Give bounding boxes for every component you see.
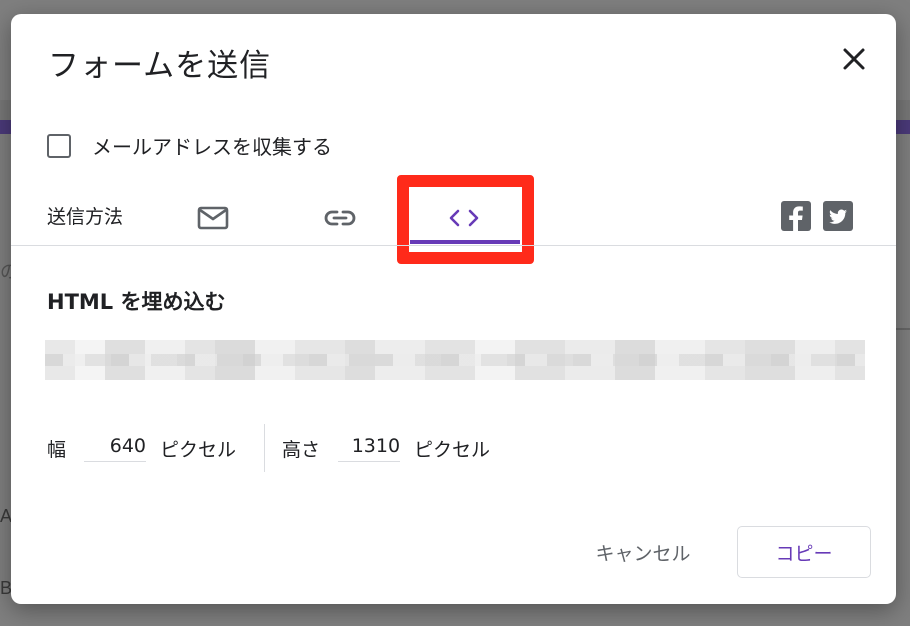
send-via-label: 送信方法 bbox=[47, 206, 124, 228]
mail-icon bbox=[197, 206, 229, 230]
collect-email-checkbox[interactable] bbox=[47, 133, 71, 158]
twitter-icon bbox=[829, 209, 848, 224]
collect-email-label: メールアドレスを収集する bbox=[92, 135, 332, 159]
link-icon bbox=[324, 210, 356, 226]
width-unit-label: ピクセル bbox=[160, 438, 237, 461]
height-input[interactable]: 1310 bbox=[338, 435, 401, 462]
close-button[interactable] bbox=[837, 42, 871, 76]
facebook-icon bbox=[789, 206, 803, 231]
close-icon bbox=[843, 48, 865, 70]
height-label: 高さ bbox=[282, 438, 321, 461]
dialog-title: フォームを送信 bbox=[48, 48, 272, 84]
collect-email-row: メールアドレスを収集する bbox=[47, 131, 332, 160]
highlight-annotation-box bbox=[397, 175, 534, 264]
background-accent-bar bbox=[0, 120, 11, 134]
share-facebook-button[interactable] bbox=[781, 201, 811, 231]
embed-code-field[interactable] bbox=[45, 340, 865, 380]
copy-button[interactable]: コピー bbox=[737, 526, 871, 578]
width-label: 幅 bbox=[47, 438, 67, 461]
share-twitter-button[interactable] bbox=[823, 201, 853, 231]
send-form-dialog: フォームを送信 メールアドレスを収集する 送信方法 HTML を埋め込む 幅 6… bbox=[11, 14, 896, 604]
background-divider bbox=[896, 328, 910, 330]
embed-html-title: HTML を埋め込む bbox=[47, 290, 226, 314]
tab-link[interactable] bbox=[316, 192, 364, 244]
size-row: 幅 640 ピクセル 高さ 1310 ピクセル bbox=[47, 424, 490, 472]
width-input[interactable]: 640 bbox=[84, 435, 147, 462]
cancel-button[interactable]: キャンセル bbox=[583, 532, 703, 572]
height-unit-label: ピクセル bbox=[414, 438, 491, 461]
background-accent-bar-right bbox=[896, 120, 910, 134]
tabs-divider bbox=[11, 245, 896, 246]
tab-email[interactable] bbox=[189, 192, 237, 244]
size-divider bbox=[264, 424, 266, 472]
